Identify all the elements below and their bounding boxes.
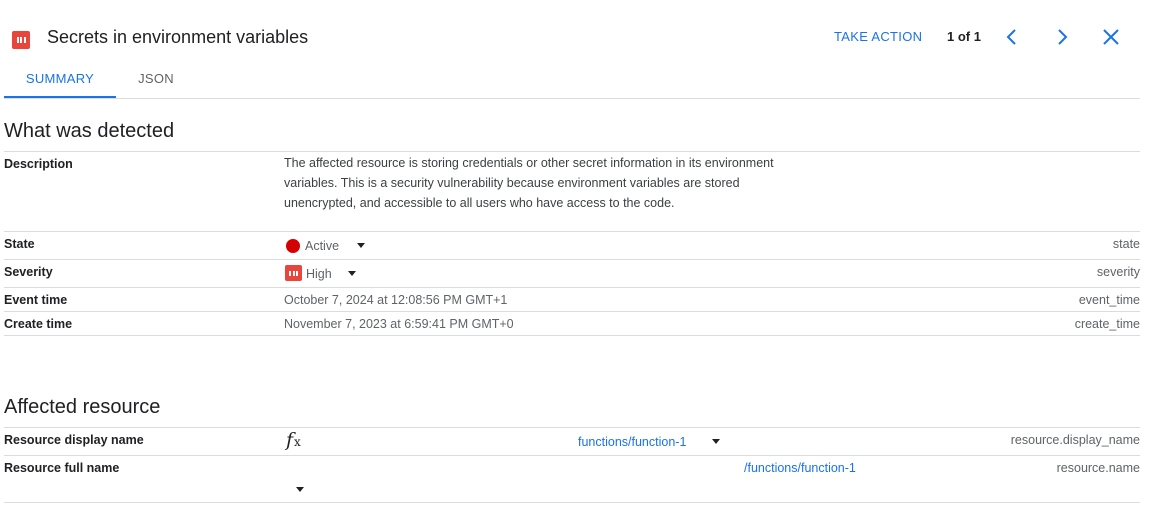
divider bbox=[4, 502, 1140, 503]
chevron-right-icon bbox=[1058, 29, 1068, 45]
cloud-function-fx-icon: fx bbox=[286, 429, 301, 451]
resource-display-name-link[interactable]: functions/function-1 bbox=[578, 434, 686, 450]
finding-title: Secrets in environment variables bbox=[47, 27, 309, 47]
severity-dropdown-caret-icon[interactable] bbox=[348, 271, 356, 276]
display-name-dropdown-caret-icon[interactable] bbox=[712, 439, 720, 444]
section-heading-resource: Affected resource bbox=[4, 396, 161, 418]
resource-display-name-key: resource.display_name bbox=[1010, 433, 1140, 447]
state-key: state bbox=[1112, 237, 1140, 251]
severity-high-icon bbox=[285, 265, 302, 281]
close-icon bbox=[1103, 29, 1119, 45]
divider bbox=[4, 287, 1140, 288]
close-button[interactable] bbox=[1098, 24, 1124, 50]
next-button[interactable] bbox=[1049, 24, 1075, 50]
tab-json[interactable]: JSON bbox=[116, 62, 196, 96]
divider bbox=[4, 335, 1140, 336]
divider bbox=[4, 151, 1140, 152]
severity-key: severity bbox=[1096, 265, 1140, 279]
divider bbox=[4, 259, 1140, 260]
event-time-key: event_time bbox=[1078, 293, 1140, 307]
severity-high-icon bbox=[12, 31, 30, 49]
tab-summary[interactable]: SUMMARY bbox=[4, 62, 116, 98]
resource-full-name-key: resource.name bbox=[1056, 461, 1140, 475]
finding-details-panel: Secrets in environment variables TAKE AC… bbox=[0, 0, 1160, 506]
divider bbox=[4, 427, 1140, 428]
create-time-value: November 7, 2023 at 6:59:41 PM GMT+0 bbox=[284, 317, 514, 331]
severity-label: Severity bbox=[4, 265, 53, 279]
event-time-label: Event time bbox=[4, 293, 68, 307]
state-label: State bbox=[4, 237, 35, 251]
severity-value: High bbox=[306, 267, 332, 281]
section-heading-detected: What was detected bbox=[4, 120, 175, 142]
chevron-left-icon bbox=[1006, 29, 1016, 45]
create-time-key: create_time bbox=[1074, 317, 1140, 331]
resource-display-name-label: Resource display name bbox=[4, 433, 144, 447]
create-time-label: Create time bbox=[4, 317, 73, 331]
state-dropdown-caret-icon[interactable] bbox=[357, 243, 365, 248]
tab-bar: SUMMARY JSON bbox=[4, 62, 1140, 99]
event-time-value: October 7, 2024 at 12:08:56 PM GMT+1 bbox=[284, 293, 508, 307]
divider bbox=[4, 455, 1140, 456]
previous-button[interactable] bbox=[999, 24, 1025, 50]
state-value: Active bbox=[305, 239, 340, 253]
full-name-dropdown-caret-icon[interactable] bbox=[296, 487, 304, 492]
page-count: 1 of 1 bbox=[947, 29, 981, 44]
resource-full-name-label: Resource full name bbox=[4, 461, 120, 475]
divider bbox=[4, 231, 1140, 232]
divider bbox=[4, 311, 1140, 312]
description-value: The affected resource is storing credent… bbox=[284, 156, 774, 210]
state-active-dot-icon bbox=[286, 239, 300, 253]
take-action-button[interactable]: TAKE ACTION bbox=[828, 24, 928, 50]
description-label: Description bbox=[4, 157, 73, 171]
resource-full-name-link[interactable]: /functions/function-1 bbox=[744, 460, 856, 476]
